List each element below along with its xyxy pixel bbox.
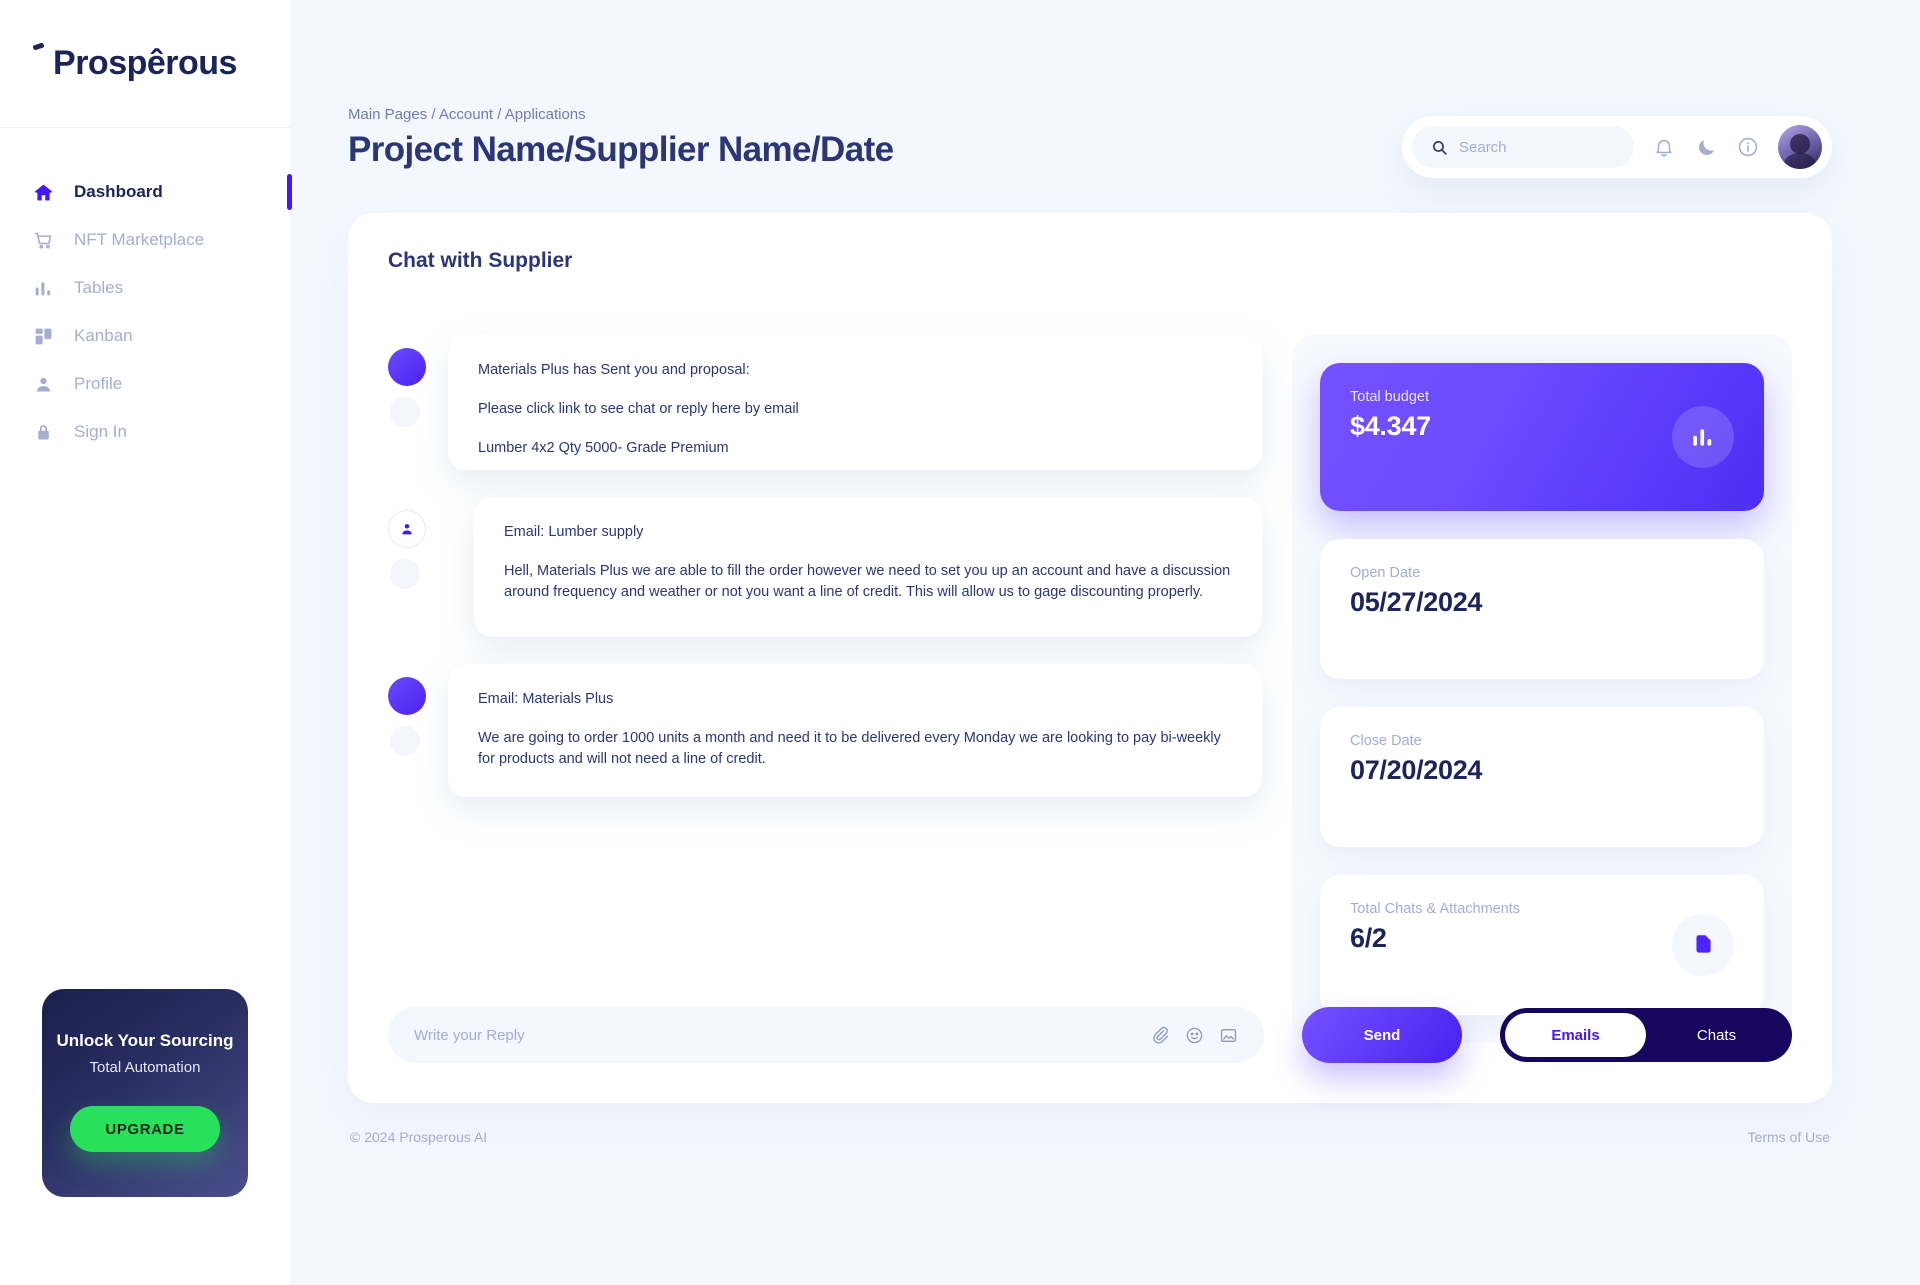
message-avatar-wrap xyxy=(388,497,426,637)
bar-chart-icon xyxy=(1672,406,1734,468)
supplier-avatar-icon xyxy=(388,677,426,715)
sidebar-item-label: NFT Marketplace xyxy=(74,230,205,249)
home-icon xyxy=(32,181,54,203)
chat-panel-title: Chat with Supplier xyxy=(388,249,573,272)
stat-value: 05/27/2024 xyxy=(1350,587,1483,617)
stat-card-close-date: Close Date 07/20/2024 xyxy=(1320,707,1764,847)
message-line: We are going to order 1000 units a month… xyxy=(478,730,1221,768)
supplier-avatar-icon xyxy=(388,348,426,386)
main-content: Main Pages / Account / Applications Proj… xyxy=(290,0,1920,1285)
emoji-icon[interactable] xyxy=(1184,1025,1204,1045)
upgrade-subtitle: Total Automation xyxy=(89,1059,201,1076)
sidebar-item-kanban[interactable]: Kanban xyxy=(0,312,290,360)
footer-terms-link[interactable]: Terms of Use xyxy=(1748,1129,1830,1145)
message-bubble: Email: Lumber supply Hell, Materials Plu… xyxy=(474,497,1262,637)
sidebar-item-dashboard[interactable]: Dashboard xyxy=(0,168,292,216)
person-icon xyxy=(32,373,54,395)
info-icon[interactable] xyxy=(1736,135,1760,159)
sidebar-item-label: Profile xyxy=(74,374,123,393)
avatar-ghost-decoration xyxy=(390,559,420,589)
project-stats-panel: Total budget $4.347 Open Date 05/27/2024… xyxy=(1292,335,1792,1043)
sidebar-item-profile[interactable]: Profile xyxy=(0,360,290,408)
message-line: Email: Lumber supply xyxy=(504,524,644,540)
message-line: Materials Plus has Sent you and proposal… xyxy=(478,362,750,378)
message-row: Email: Lumber supply Hell, Materials Plu… xyxy=(388,497,1262,637)
reply-input[interactable] xyxy=(414,1026,1136,1044)
breadcrumb[interactable]: Main Pages / Account / Applications xyxy=(348,106,894,123)
chat-panel: Chat with Supplier Materials Plus has Se… xyxy=(348,213,1832,1103)
sidebar-item-tables[interactable]: Tables xyxy=(0,264,290,312)
page-title: Project Name/Supplier Name/Date xyxy=(348,130,894,169)
cart-icon xyxy=(32,229,54,251)
stat-label: Total budget xyxy=(1350,389,1430,405)
stat-label: Close Date xyxy=(1350,733,1422,749)
moon-icon[interactable] xyxy=(1694,135,1718,159)
brand-logo[interactable]: Prospêrous xyxy=(0,0,290,128)
bar-chart-icon xyxy=(32,277,54,299)
app-root: Prospêrous Dashboard NFT Marketplace Tab… xyxy=(0,0,1920,1285)
sidebar-item-label: Sign In xyxy=(74,422,127,441)
stat-card-total-budget: Total budget $4.347 xyxy=(1320,363,1764,511)
message-line: Lumber 4x2 Qty 5000- Grade Premium xyxy=(478,440,729,457)
sidebar-item-label: Kanban xyxy=(74,326,133,345)
user-avatar-icon xyxy=(388,510,426,548)
footer: © 2024 Prosperous AI Terms of Use xyxy=(348,1103,1832,1145)
stat-label: Total Chats & Attachments xyxy=(1350,901,1521,917)
message-avatar-wrap xyxy=(388,664,426,797)
segment-emails[interactable]: Emails xyxy=(1505,1013,1646,1057)
message-row: Materials Plus has Sent you and proposal… xyxy=(388,335,1262,470)
message-line: Email: Materials Plus xyxy=(478,691,614,707)
message-list: Materials Plus has Sent you and proposal… xyxy=(388,335,1262,1043)
message-line: Please click link to see chat or reply h… xyxy=(478,401,799,418)
sidebar-item-label: Tables xyxy=(74,278,124,297)
sidebar-item-label: Dashboard xyxy=(74,182,163,201)
channel-toggle[interactable]: Emails Chats xyxy=(1500,1008,1792,1062)
message-bubble: Materials Plus has Sent you and proposal… xyxy=(448,335,1262,470)
lock-icon xyxy=(32,421,54,443)
attachment-icon[interactable] xyxy=(1150,1025,1170,1045)
message-bubble: Email: Materials Plus We are going to or… xyxy=(448,664,1262,797)
stat-value: 07/20/2024 xyxy=(1350,755,1483,785)
stat-card-open-date: Open Date 05/27/2024 xyxy=(1320,539,1764,679)
chat-layout: Materials Plus has Sent you and proposal… xyxy=(388,335,1792,1043)
segment-chats[interactable]: Chats xyxy=(1646,1013,1787,1057)
bell-icon[interactable] xyxy=(1652,135,1676,159)
sidebar: Prospêrous Dashboard NFT Marketplace Tab… xyxy=(0,0,292,1285)
search-input[interactable] xyxy=(1459,138,1609,156)
brand-name: Prospêrous xyxy=(53,44,237,82)
upgrade-promo-card: Unlock Your Sourcing Total Automation UP… xyxy=(42,989,248,1197)
footer-copyright: © 2024 Prosperous AI xyxy=(350,1129,488,1145)
image-icon[interactable] xyxy=(1218,1025,1238,1045)
search-icon xyxy=(1430,138,1448,156)
message-row: Email: Materials Plus We are going to or… xyxy=(388,664,1262,797)
brand-accent-mark xyxy=(32,42,45,51)
avatar[interactable] xyxy=(1778,125,1822,169)
send-button[interactable]: Send xyxy=(1302,1007,1462,1063)
upgrade-button[interactable]: UPGRADE xyxy=(70,1106,220,1152)
copy-icon xyxy=(1672,914,1734,976)
avatar-ghost-decoration xyxy=(390,397,420,427)
stat-label: Open Date xyxy=(1350,565,1421,581)
sidebar-item-nft-marketplace[interactable]: NFT Marketplace xyxy=(0,216,290,264)
kanban-icon xyxy=(32,325,54,347)
sidebar-nav: Dashboard NFT Marketplace Tables Kanban … xyxy=(0,168,292,456)
reply-box[interactable] xyxy=(388,1007,1264,1063)
topbar: Main Pages / Account / Applications Proj… xyxy=(348,0,1832,178)
topbar-actions xyxy=(1402,116,1832,178)
message-line: Hell, Materials Plus we are able to fill… xyxy=(504,563,1231,601)
message-avatar-wrap xyxy=(388,335,426,470)
sidebar-item-sign-in[interactable]: Sign In xyxy=(0,408,290,456)
message-composer: Send Emails Chats xyxy=(388,1007,1792,1063)
upgrade-title: Unlock Your Sourcing xyxy=(56,1031,234,1050)
avatar-ghost-decoration xyxy=(390,726,420,756)
stat-card-total-chats-attachments: Total Chats & Attachments 6/2 xyxy=(1320,875,1764,1015)
search-box[interactable] xyxy=(1412,126,1634,168)
page-heading-block: Main Pages / Account / Applications Proj… xyxy=(348,106,894,170)
